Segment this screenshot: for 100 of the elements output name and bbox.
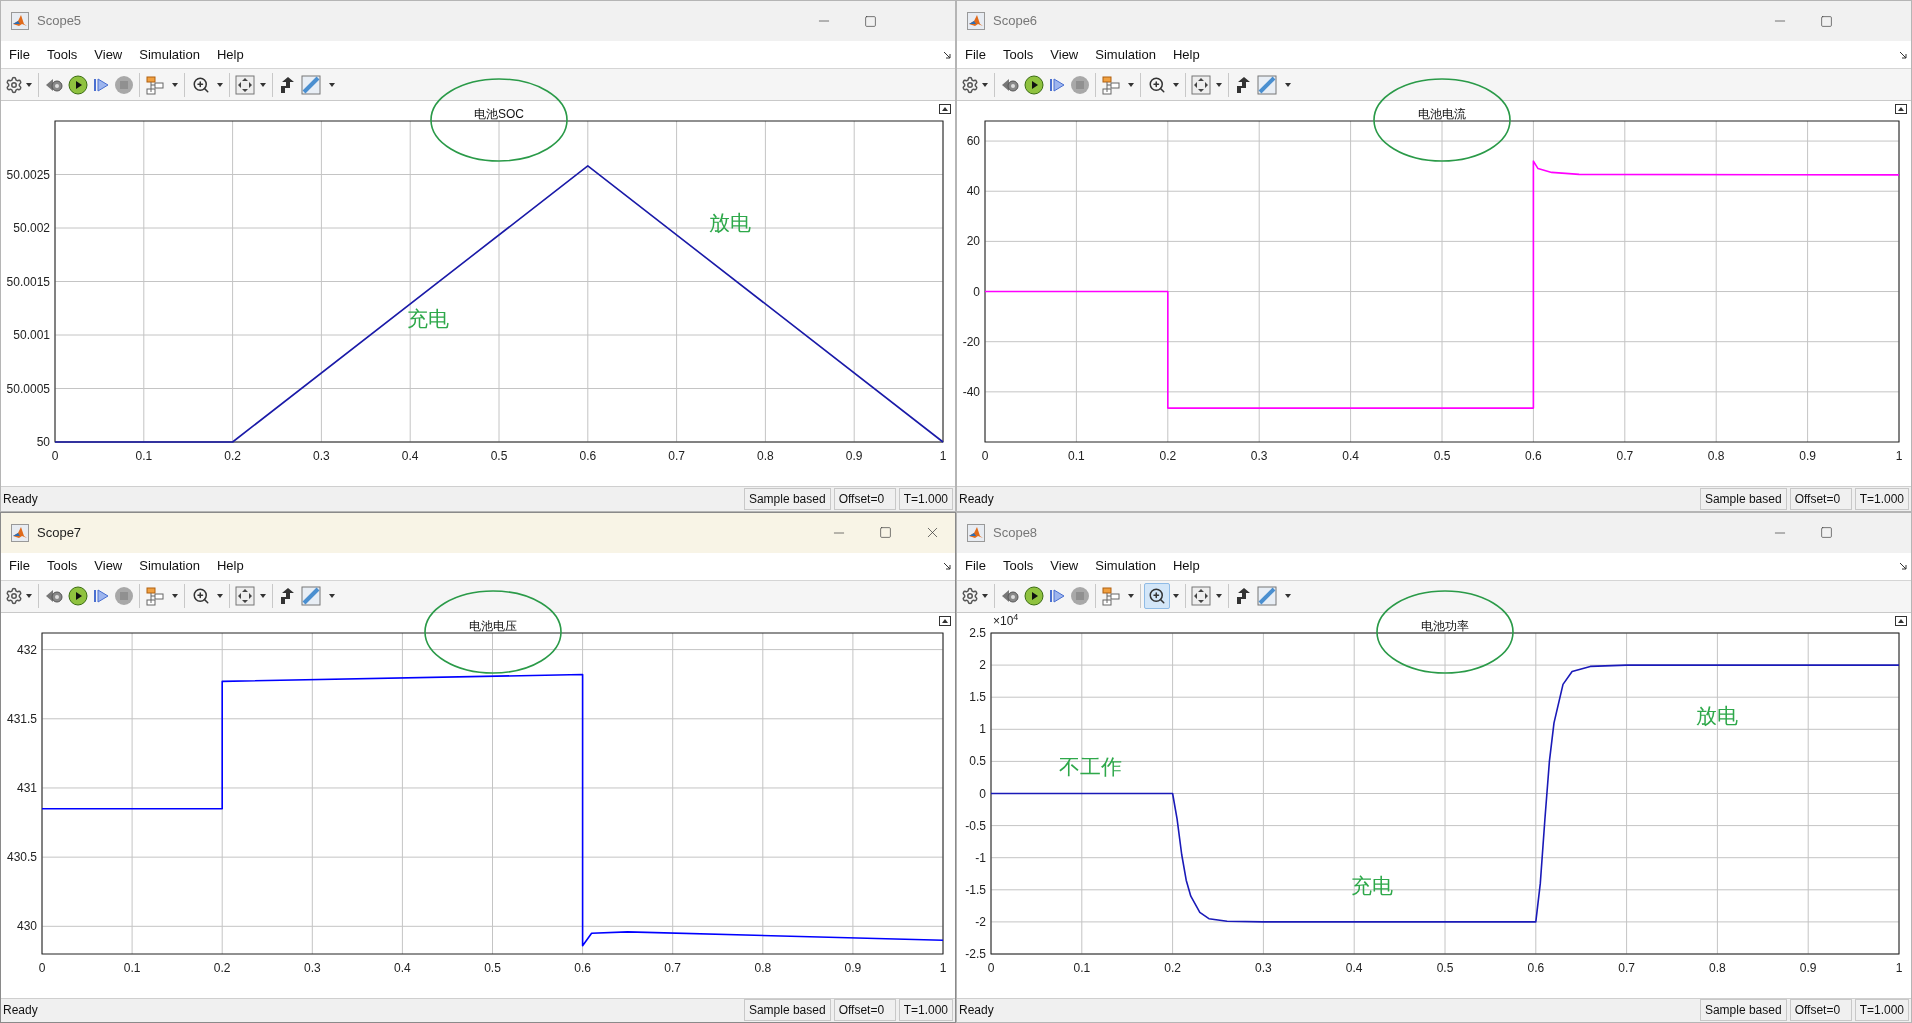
caret-icon[interactable] (260, 594, 266, 598)
menu-item[interactable]: Help (216, 44, 244, 65)
caret-icon[interactable] (329, 594, 335, 598)
highlight-block-icon[interactable] (278, 74, 296, 95)
ruler-icon[interactable] (1257, 74, 1279, 95)
caret-icon[interactable] (329, 82, 335, 87)
status-text: Ready (959, 1002, 995, 1020)
caret-icon[interactable] (1285, 82, 1291, 87)
caret-icon[interactable] (1128, 594, 1134, 598)
menu-item[interactable]: View (1050, 556, 1079, 576)
menu-item[interactable]: Help (1172, 44, 1200, 65)
dock-arrow-icon[interactable] (943, 562, 951, 570)
undock-icon[interactable] (1895, 615, 1907, 626)
autoscale-icon[interactable] (235, 74, 255, 95)
highlight-block-icon[interactable] (1234, 586, 1252, 606)
caret-icon[interactable] (217, 82, 223, 87)
app-logo-icon (11, 523, 29, 542)
step-forward-icon[interactable] (1048, 587, 1066, 605)
caret-icon[interactable] (1173, 82, 1179, 87)
settings-icon[interactable] (5, 75, 23, 94)
plot-title: 电池SOC (474, 107, 524, 121)
tick-label: 0 (981, 449, 989, 463)
run-icon[interactable] (68, 74, 88, 95)
step-forward-icon[interactable] (92, 587, 110, 605)
menu-item[interactable]: File (9, 556, 30, 576)
plot-title: 电池电压 (468, 618, 517, 633)
tick-label: 0.6 (574, 960, 591, 975)
autoscale-icon[interactable] (235, 586, 255, 606)
menu-item[interactable]: Simulation (1095, 556, 1156, 576)
signal-selector-icon[interactable] (145, 586, 167, 606)
dock-arrow-icon[interactable] (943, 50, 951, 59)
step-back-icon[interactable] (44, 587, 64, 605)
caret-icon[interactable] (26, 594, 32, 598)
tick-label: 0.9 (844, 960, 862, 975)
ruler-icon[interactable] (301, 74, 323, 95)
run-icon[interactable] (1024, 586, 1044, 606)
run-icon[interactable] (68, 586, 88, 606)
caret-icon[interactable] (1173, 594, 1179, 598)
autoscale-icon[interactable] (1191, 586, 1211, 606)
settings-icon[interactable] (5, 587, 23, 605)
menu-item[interactable]: Simulation (139, 556, 200, 576)
ruler-icon[interactable] (1257, 586, 1279, 606)
tick-label: 432 (16, 642, 37, 657)
menu-item[interactable]: Help (216, 556, 244, 576)
status-time: T=1.000 (1854, 487, 1909, 510)
menu-item[interactable]: Tools (46, 44, 78, 65)
caret-icon[interactable] (172, 82, 178, 87)
caret-icon[interactable] (26, 82, 32, 87)
step-forward-icon[interactable] (92, 75, 110, 94)
caret-icon[interactable] (1128, 82, 1134, 87)
ruler-icon[interactable] (301, 586, 323, 606)
caret-icon[interactable] (217, 594, 223, 598)
menu-item[interactable]: File (965, 44, 986, 65)
tick-label: 0.1 (135, 449, 153, 463)
run-icon[interactable] (1024, 74, 1044, 95)
caret-icon[interactable] (1216, 594, 1222, 598)
annotation-label: 放电 (708, 211, 751, 235)
tick-label: 0.9 (845, 449, 863, 463)
menu-item[interactable]: Simulation (1095, 44, 1156, 65)
caret-icon[interactable] (1285, 594, 1291, 598)
caret-icon[interactable] (172, 594, 178, 598)
maximize-icon[interactable] (1820, 526, 1833, 539)
maximize-icon[interactable] (879, 526, 892, 539)
tick-label: 0.4 (1345, 960, 1363, 975)
signal-selector-icon[interactable] (145, 74, 167, 95)
step-back-icon[interactable] (1000, 587, 1020, 605)
highlight-block-icon[interactable] (1234, 74, 1252, 95)
dock-arrow-icon[interactable] (1899, 50, 1907, 59)
caret-icon[interactable] (982, 82, 988, 87)
caret-icon[interactable] (1216, 82, 1222, 87)
undock-icon[interactable] (939, 104, 951, 114)
menu-item[interactable]: Tools (1002, 556, 1034, 576)
menu-item[interactable]: Help (1172, 556, 1200, 576)
tick-label: 431 (16, 780, 37, 795)
menu-item[interactable]: View (94, 44, 123, 65)
undock-icon[interactable] (1895, 104, 1907, 114)
menu-item[interactable]: File (9, 44, 30, 65)
menu-item[interactable]: Tools (1002, 44, 1034, 65)
menu-item[interactable]: View (1050, 44, 1079, 65)
undock-icon[interactable] (939, 615, 951, 626)
autoscale-icon[interactable] (1191, 74, 1211, 95)
dock-arrow-icon[interactable] (1899, 562, 1907, 570)
settings-icon[interactable] (961, 75, 979, 94)
menu-item[interactable]: Tools (46, 556, 78, 576)
annotation-label: 充电 (406, 307, 449, 331)
maximize-icon[interactable] (1820, 14, 1833, 28)
menu-item[interactable]: Simulation (139, 44, 200, 65)
highlight-block-icon[interactable] (278, 586, 296, 606)
caret-icon[interactable] (260, 82, 266, 87)
tick-label: 20 (966, 234, 980, 249)
step-forward-icon[interactable] (1048, 75, 1066, 94)
menu-item[interactable]: File (965, 556, 986, 576)
window-title: Scope7 (37, 523, 82, 542)
maximize-icon[interactable] (864, 14, 877, 28)
caret-icon[interactable] (982, 594, 988, 598)
signal-selector-icon[interactable] (1101, 586, 1123, 606)
signal-selector-icon[interactable] (1101, 74, 1123, 95)
tick-label: 0 (979, 786, 986, 800)
menu-item[interactable]: View (94, 556, 123, 576)
settings-icon[interactable] (961, 587, 979, 605)
